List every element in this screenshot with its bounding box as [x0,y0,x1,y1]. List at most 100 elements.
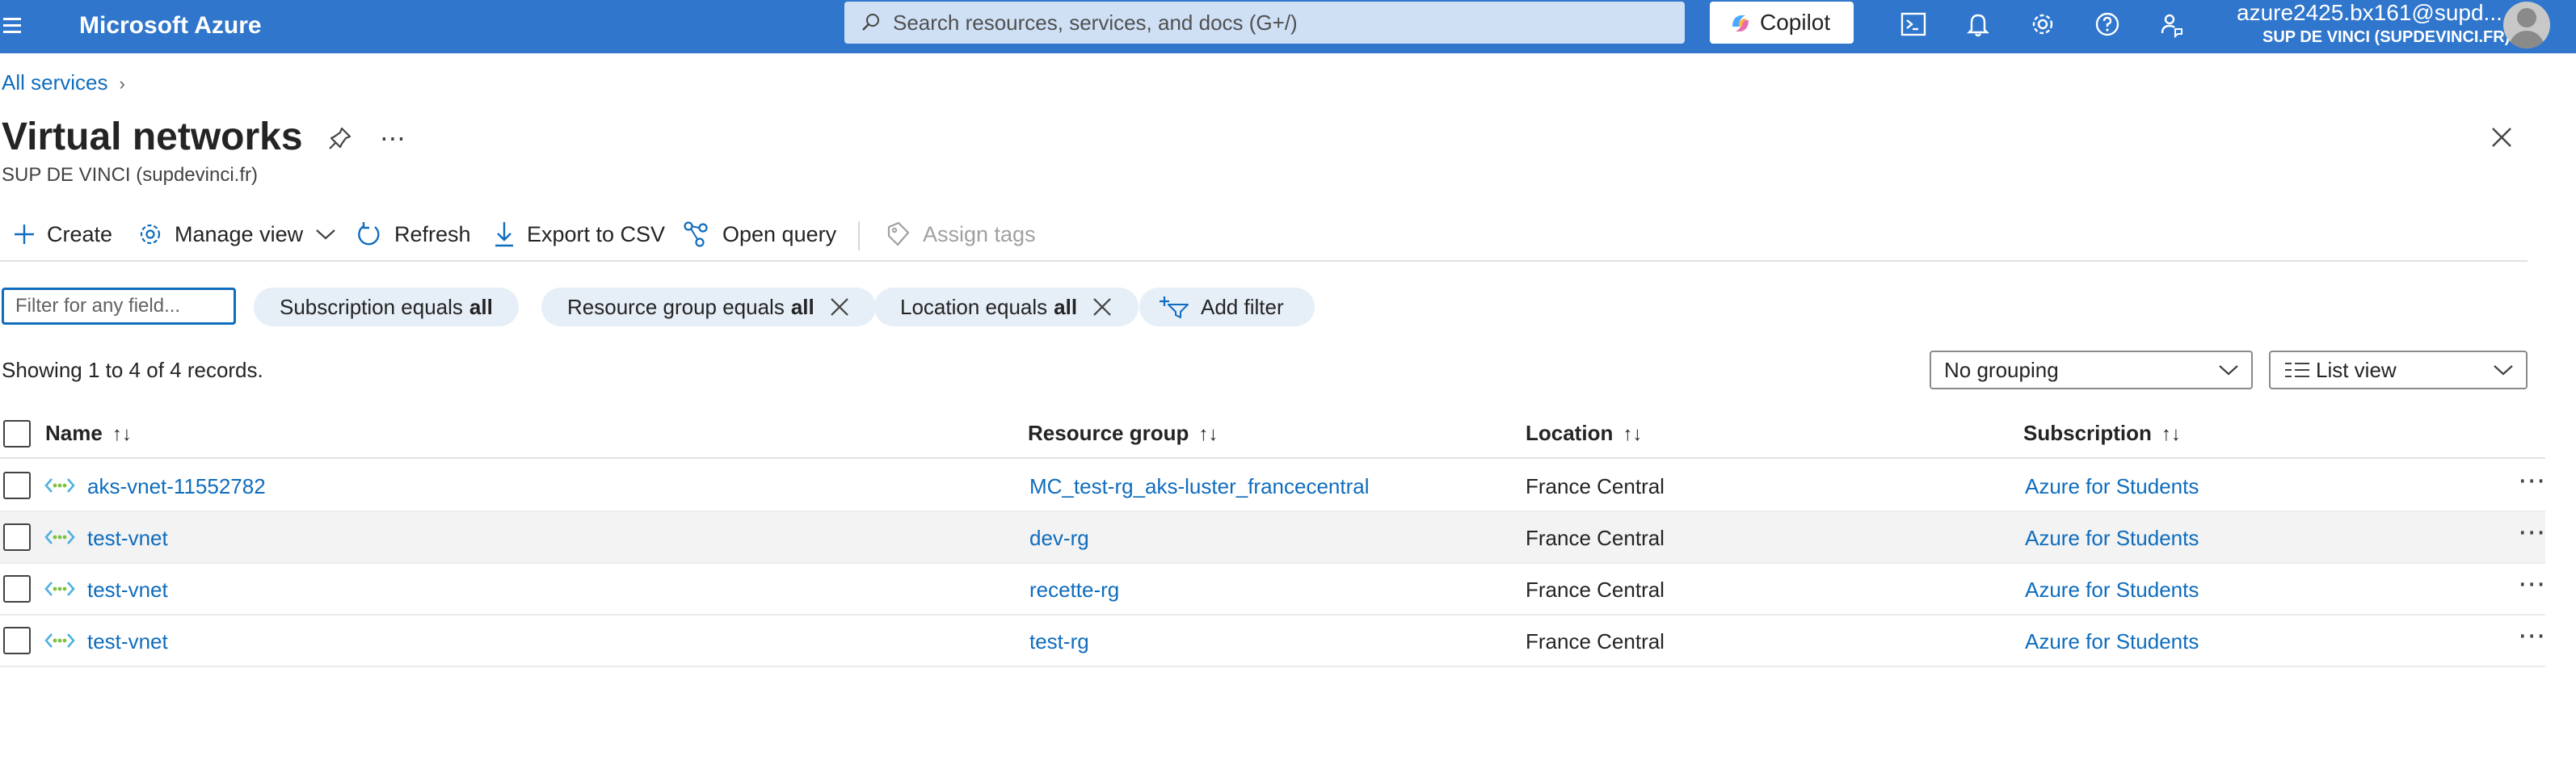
chevron-down-icon [316,229,335,240]
resource-name-link[interactable]: test-vnet [87,525,168,551]
add-filter-button[interactable]: Add filter [1139,288,1315,326]
table-row[interactable]: test-vnet recette-rg France Central Azur… [0,564,2545,616]
page-title: Virtual networks [2,116,303,158]
location-value: France Central [1526,526,1665,550]
open-query-label: Open query [722,221,837,246]
manage-view-button[interactable]: Manage view [137,218,337,250]
row-checkbox[interactable] [3,627,31,654]
create-button[interactable]: Create [13,218,112,250]
query-icon [684,221,708,247]
column-header-subscription[interactable]: Subscription ↑↓ [2023,420,2181,448]
sort-icon: ↑↓ [1198,423,1219,445]
view-mode-dropdown[interactable]: List view [2269,351,2528,389]
command-bar: Create Manage view Refresh Export to CSV [0,210,2529,258]
global-search[interactable] [844,2,1685,44]
refresh-icon [358,222,380,246]
avatar[interactable] [2503,2,2550,48]
close-icon[interactable] [2489,124,2515,150]
column-header-resource-group[interactable]: Resource group ↑↓ [1028,420,1218,448]
row-more-options-icon[interactable]: ⋯ [2518,519,2546,546]
filter-resource-group-label: Resource group equals [567,294,785,319]
cloud-shell-icon[interactable] [1897,8,1930,40]
search-icon [862,14,879,31]
records-count: Showing 1 to 4 of 4 records. [2,358,263,382]
sort-asc-icon: ↑↓ [112,423,132,445]
filter-subscription-label: Subscription equals [280,294,463,319]
help-icon[interactable] [2091,8,2124,40]
breadcrumb-all-services[interactable]: All services [2,70,107,95]
column-header-location[interactable]: Location ↑↓ [1526,420,1642,448]
brand-title[interactable]: Microsoft Azure [79,10,262,42]
account-name[interactable]: azure2425.bx161@supd... [2237,0,2502,26]
row-checkbox[interactable] [3,472,31,499]
command-separator [858,221,860,250]
assign-tags-label: Assign tags [923,221,1036,246]
close-icon[interactable] [829,296,850,317]
copilot-button[interactable]: Copilot [1710,2,1854,44]
add-filter-icon [1160,296,1189,318]
tag-icon [887,221,910,246]
list-view-icon [2285,363,2309,377]
search-input[interactable] [893,6,1669,39]
resource-group-link[interactable]: recette-rg [1029,577,1119,603]
page-subtitle: SUP DE VINCI (supdevinci.fr) [2,164,258,186]
table-row[interactable]: aks-vnet-11552782 MC_test-rg_aks-luster_… [0,460,2545,512]
resource-name-link[interactable]: test-vnet [87,577,168,603]
copilot-icon [1732,15,1749,32]
virtual-network-icon [44,530,75,544]
row-more-options-icon[interactable]: ⋯ [2518,570,2546,598]
column-header-name[interactable]: Name ↑↓ [45,420,132,448]
assign-tags-button[interactable]: Assign tags [886,218,1036,250]
location-value: France Central [1526,578,1665,602]
row-checkbox[interactable] [3,523,31,551]
hamburger-menu-icon[interactable] [3,18,21,34]
resource-group-link[interactable]: dev-rg [1029,525,1089,551]
resource-group-link[interactable]: test-rg [1029,628,1089,654]
manage-view-label: Manage view [175,221,304,246]
chevron-down-icon [2219,365,2238,376]
select-all-checkbox[interactable] [3,420,31,448]
table-row[interactable]: test-vnet dev-rg France Central Azure fo… [0,512,2545,564]
filter-pill-resource-group[interactable]: Resource group equals all [541,288,876,326]
pin-icon[interactable] [326,124,354,152]
top-bar: Microsoft Azure Copilot [0,0,2576,53]
grouping-selected: No grouping [1944,357,2059,382]
add-filter-label: Add filter [1201,294,1284,319]
refresh-button[interactable]: Refresh [356,218,471,250]
more-options-icon[interactable]: ⋯ [380,123,407,153]
row-checkbox[interactable] [3,575,31,603]
view-mode-selected: List view [2316,357,2397,382]
filter-pill-location[interactable]: Location equals all [874,288,1139,326]
table-header: Name ↑↓ Resource group ↑↓ Location ↑↓ Subsc… [0,407,2545,459]
open-query-button[interactable]: Open query [682,218,836,250]
filter-pill-subscription[interactable]: Subscription equals all [254,288,519,326]
chevron-down-icon [2494,365,2513,376]
grouping-dropdown[interactable]: No grouping [1930,351,2253,389]
resource-name-link[interactable]: test-vnet [87,628,168,654]
refresh-label: Refresh [394,221,471,246]
settings-gear-icon[interactable] [2027,8,2059,40]
row-more-options-icon[interactable]: ⋯ [2518,622,2546,649]
virtual-network-icon [44,478,75,493]
row-more-options-icon[interactable]: ⋯ [2518,467,2546,494]
close-icon[interactable] [1092,296,1113,317]
notifications-bell-icon[interactable] [1962,8,1994,40]
export-csv-label: Export to CSV [527,221,666,246]
sort-icon: ↑↓ [1623,423,1643,445]
location-value: France Central [1526,474,1665,498]
export-csv-button[interactable]: Export to CSV [493,218,665,250]
resource-name-link[interactable]: aks-vnet-11552782 [87,473,266,499]
subscription-link[interactable]: Azure for Students [2025,525,2199,551]
subscription-link[interactable]: Azure for Students [2025,577,2199,603]
subscription-link[interactable]: Azure for Students [2025,473,2199,499]
command-bar-divider [0,260,2528,262]
filter-input[interactable] [2,288,236,325]
copilot-label: Copilot [1760,10,1831,35]
virtual-network-icon [44,633,75,648]
subscription-link[interactable]: Azure for Students [2025,628,2199,654]
filter-resource-group-value: all [790,294,814,319]
filter-location-value: all [1054,294,1078,319]
table-row[interactable]: test-vnet test-rg France Central Azure f… [0,616,2545,667]
feedback-icon[interactable] [2156,8,2188,40]
resource-group-link[interactable]: MC_test-rg_aks-luster_francecentral [1029,473,1370,499]
